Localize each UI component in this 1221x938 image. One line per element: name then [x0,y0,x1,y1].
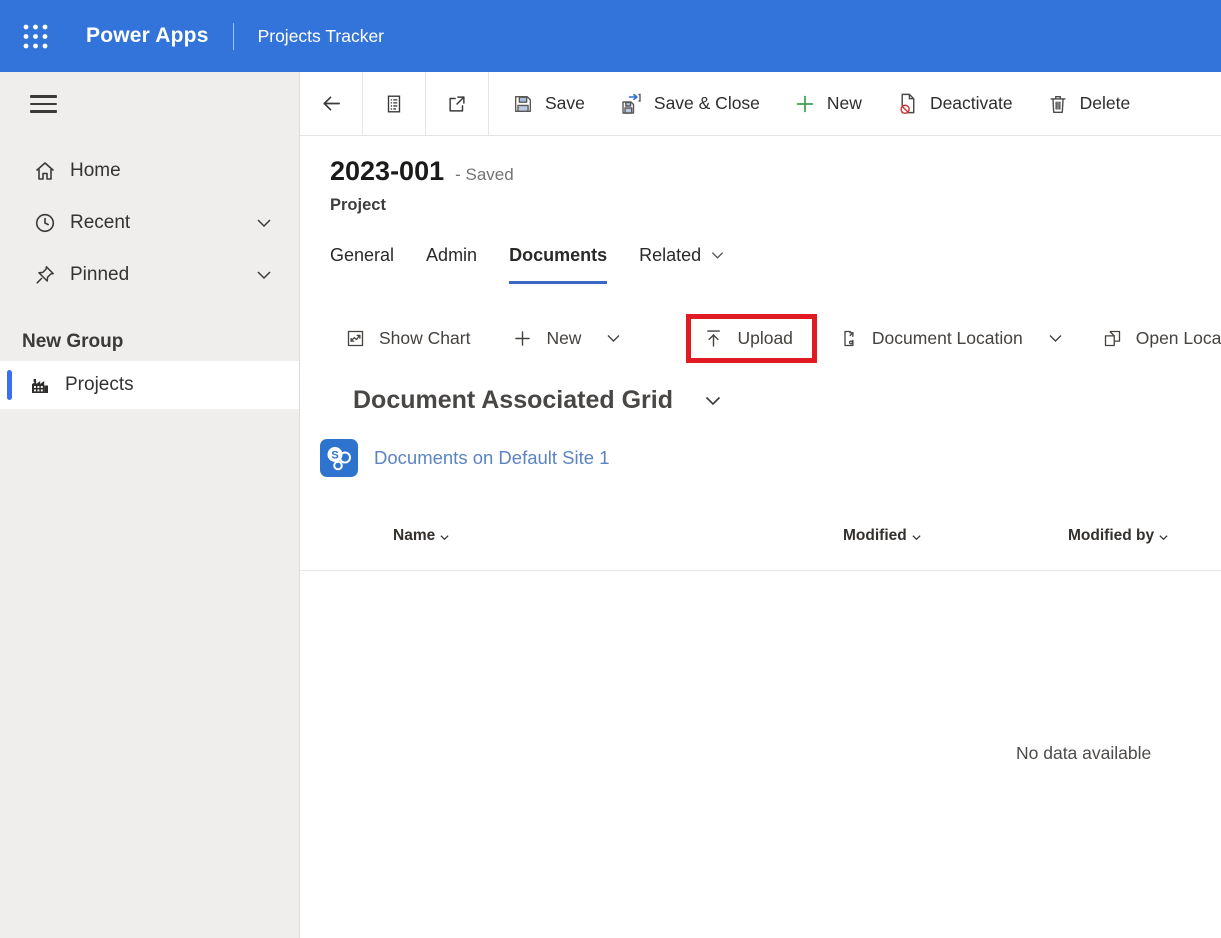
grid-header-row: Name Modified Modified by [300,519,1221,571]
sidebar: Home Recent Pinned [0,72,300,938]
building-icon [28,373,52,397]
column-label: Name [393,527,435,545]
chevron-down-icon [605,330,622,347]
tab-label: Related [639,245,701,265]
chevron-down-icon[interactable] [255,214,273,232]
save-button[interactable]: Save [495,72,602,135]
sidebar-item-label: Projects [65,374,134,396]
app-title: Projects Tracker [258,26,384,47]
tab-label: Documents [509,245,607,265]
sidebar-item-projects[interactable]: Projects [0,361,299,409]
column-label: Modified by [1068,527,1154,545]
plus-icon [512,328,533,349]
form-selector-button[interactable] [363,72,425,135]
show-chart-icon [345,328,366,349]
chevron-down-icon [439,532,450,543]
divider [488,72,489,135]
chevron-down-icon[interactable] [255,266,273,284]
document-location-link[interactable]: Documents on Default Site 1 [374,447,610,469]
topbar-divider [233,23,234,50]
sharepoint-icon: S [320,439,358,477]
save-button-label: Save [545,93,585,114]
new-button-label: New [827,93,862,114]
open-location-label: Open Location [1136,328,1221,349]
highlight-annotation-box: Upload [686,314,816,363]
grid-title: Document Associated Grid [353,386,673,415]
upload-label: Upload [737,328,792,349]
tab-related[interactable]: Related [639,245,725,284]
tab-documents[interactable]: Documents [509,245,607,284]
top-app-bar: Power Apps Projects Tracker [0,0,1221,72]
documents-toolbar: Show Chart New Uploa [300,308,1221,368]
tab-general[interactable]: General [330,245,394,284]
show-chart-button[interactable]: Show Chart [345,328,470,349]
sidebar-item-label: Home [70,160,121,182]
waffle-menu-icon[interactable] [22,23,49,50]
column-header-name[interactable]: Name [393,527,450,545]
plus-icon [794,93,816,115]
tab-admin[interactable]: Admin [426,245,477,284]
svg-text:S: S [331,450,338,462]
trash-icon [1047,93,1069,115]
new-document-label: New [546,328,581,349]
new-record-button[interactable]: New [777,72,879,135]
main-content: Save [300,72,1221,938]
record-title: 2023-001 [330,156,444,187]
sidebar-item-label: Recent [70,212,130,234]
open-location-button[interactable]: Open Location [1102,328,1221,349]
form-tabs: General Admin Documents Related [330,245,1221,284]
document-location-icon [838,328,859,349]
record-entity-type: Project [330,196,1221,215]
document-location-label: Document Location [872,328,1023,349]
deactivate-icon [896,92,919,115]
grid-view-selector[interactable]: Document Associated Grid [353,386,1221,415]
save-close-icon [619,92,643,116]
app-logo-text: Power Apps [86,24,209,48]
sidebar-item-home[interactable]: Home [0,145,299,197]
sidebar-group-label: New Group [22,331,299,353]
column-header-modified-by[interactable]: Modified by [1068,527,1169,545]
document-location-link-row[interactable]: S Documents on Default Site 1 [320,439,1221,477]
deactivate-button[interactable]: Deactivate [879,72,1030,135]
chevron-down-icon [703,391,723,411]
delete-button[interactable]: Delete [1030,72,1148,135]
sidebar-item-recent[interactable]: Recent [0,197,299,249]
upload-icon [703,328,724,349]
save-close-button-label: Save & Close [654,93,760,114]
chevron-down-icon [1047,330,1064,347]
record-header: 2023-001 - Saved Project [330,156,1221,215]
deactivate-button-label: Deactivate [930,93,1013,114]
save-and-close-button[interactable]: Save & Close [602,72,777,135]
save-icon [512,93,534,115]
active-indicator-bar [7,370,12,400]
new-document-button[interactable]: New [512,328,622,349]
empty-grid-message: No data available [1016,743,1221,764]
record-save-status: - Saved [455,165,514,185]
pin-icon [33,263,57,287]
chevron-down-icon [710,248,725,263]
show-chart-label: Show Chart [379,328,470,349]
document-location-button[interactable]: Document Location [838,328,1064,349]
popout-button[interactable] [426,72,488,135]
back-button[interactable] [300,72,362,135]
sidebar-item-pinned[interactable]: Pinned [0,249,299,301]
sidebar-item-label: Pinned [70,264,129,286]
tab-label: General [330,245,394,265]
open-location-icon [1102,328,1123,349]
upload-button[interactable]: Upload [703,328,792,349]
clock-icon [33,211,57,235]
chevron-down-icon [1158,532,1169,543]
hamburger-menu-icon[interactable] [30,95,57,113]
chevron-down-icon [911,532,922,543]
command-bar: Save [300,72,1221,136]
home-icon [33,159,57,183]
column-header-modified[interactable]: Modified [843,527,922,545]
column-label: Modified [843,527,907,545]
delete-button-label: Delete [1080,93,1131,114]
tab-label: Admin [426,245,477,265]
